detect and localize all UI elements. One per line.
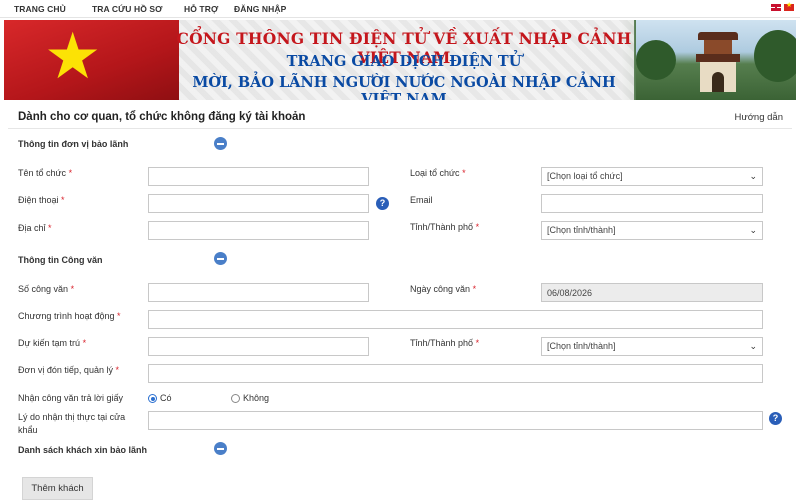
banner-subtitle: TRANG GIAO DỊCH ĐIỆN TỬ: [286, 53, 522, 70]
host-unit-label: Đơn vị đón tiếp, quản lý *: [18, 365, 119, 375]
paper-reply-no-radio[interactable]: [231, 394, 240, 403]
doc-date-label: Ngày công văn *: [410, 284, 477, 294]
phone-input[interactable]: [148, 194, 369, 213]
province2-label: Tỉnh/Thành phố *: [410, 338, 480, 348]
visa-reason-label: Lý do nhận thị thực tại cửa: [18, 412, 126, 422]
english-flag-icon[interactable]: [771, 4, 781, 11]
program-label: Chương trình hoạt động *: [18, 311, 121, 321]
nav-login[interactable]: ĐĂNG NHẬP: [234, 4, 286, 14]
tree-shape: [754, 30, 796, 82]
language-switcher: [771, 1, 794, 11]
tree-shape: [636, 40, 676, 80]
vietnam-flag-icon[interactable]: [784, 1, 794, 11]
org-name-input[interactable]: [148, 167, 369, 186]
paper-reply-label: Nhận công văn trả lời giấy: [18, 393, 123, 403]
paper-reply-no-label[interactable]: Không: [243, 392, 269, 404]
star-icon: ★: [44, 20, 102, 92]
email-input[interactable]: [541, 194, 763, 213]
section-guests-title: Danh sách khách xin bảo lãnh: [18, 445, 148, 455]
address-label: Địa chỉ *: [18, 223, 52, 233]
province-select[interactable]: [Chọn tỉnh/thành] ⌄: [541, 221, 763, 240]
org-type-select[interactable]: [Chọn loại tổ chức] ⌄: [541, 167, 763, 186]
section-document-title: Thông tin Công văn: [18, 255, 103, 265]
add-guest-button[interactable]: Thêm khách: [22, 477, 93, 500]
address-input[interactable]: [148, 221, 369, 240]
vietnam-flag-image: ★: [4, 20, 179, 100]
province-label: Tỉnh/Thành phố *: [410, 222, 480, 232]
collapse-guests-icon[interactable]: [214, 442, 227, 455]
temp-stay-input[interactable]: [148, 337, 369, 356]
header-banner: ★ CỔNG THÔNG TIN ĐIỆN TỬ VỀ XUẤT NHẬP CẢ…: [4, 20, 796, 100]
page-title: Dành cho cơ quan, tổ chức không đăng ký …: [18, 111, 306, 123]
org-name-label: Tên tổ chức *: [18, 168, 73, 178]
collapse-document-icon[interactable]: [214, 252, 227, 265]
province2-select[interactable]: [Chọn tỉnh/thành] ⌄: [541, 337, 763, 356]
visa-reason-label-2: khẩu: [18, 425, 38, 435]
divider: [8, 128, 792, 129]
banner-subtitle-2: MỜI, BẢO LÃNH NGƯỜI NƯỚC NGOÀI NHẬP CẢNH…: [192, 74, 616, 100]
org-type-label: Loại tổ chức *: [410, 168, 466, 178]
paper-reply-yes-label[interactable]: Có: [160, 392, 172, 404]
doc-date-input[interactable]: [541, 283, 763, 302]
paper-reply-yes-radio[interactable]: [148, 394, 157, 403]
temp-stay-label: Dự kiến tạm trú *: [18, 338, 87, 348]
phone-label: Điện thoại *: [18, 195, 65, 205]
program-input[interactable]: [148, 310, 763, 329]
doc-number-input[interactable]: [148, 283, 369, 302]
visa-reason-help-icon[interactable]: ?: [769, 412, 782, 425]
phone-help-icon[interactable]: ?: [376, 197, 389, 210]
visa-reason-input[interactable]: [148, 411, 763, 430]
chevron-down-icon: ⌄: [749, 171, 757, 181]
collapse-guarantor-icon[interactable]: [214, 137, 227, 150]
nav-lookup[interactable]: TRA CỨU HỒ SƠ: [92, 4, 163, 14]
nav-support[interactable]: HỖ TRỢ: [184, 4, 218, 14]
top-navigation: TRANG CHỦ TRA CỨU HỒ SƠ HỖ TRỢ ĐĂNG NHẬP: [0, 0, 800, 18]
nav-home[interactable]: TRANG CHỦ: [14, 4, 66, 14]
doc-number-label: Số công văn *: [18, 284, 75, 294]
guide-link[interactable]: Hướng dẫn: [734, 112, 783, 123]
chevron-down-icon: ⌄: [749, 341, 757, 351]
email-label: Email: [410, 195, 433, 205]
chevron-down-icon: ⌄: [749, 225, 757, 235]
temple-photo: [636, 20, 796, 100]
temple-shape: [696, 32, 740, 92]
section-guarantor-title: Thông tin đơn vị bảo lãnh: [18, 139, 129, 149]
host-unit-input[interactable]: [148, 364, 763, 383]
